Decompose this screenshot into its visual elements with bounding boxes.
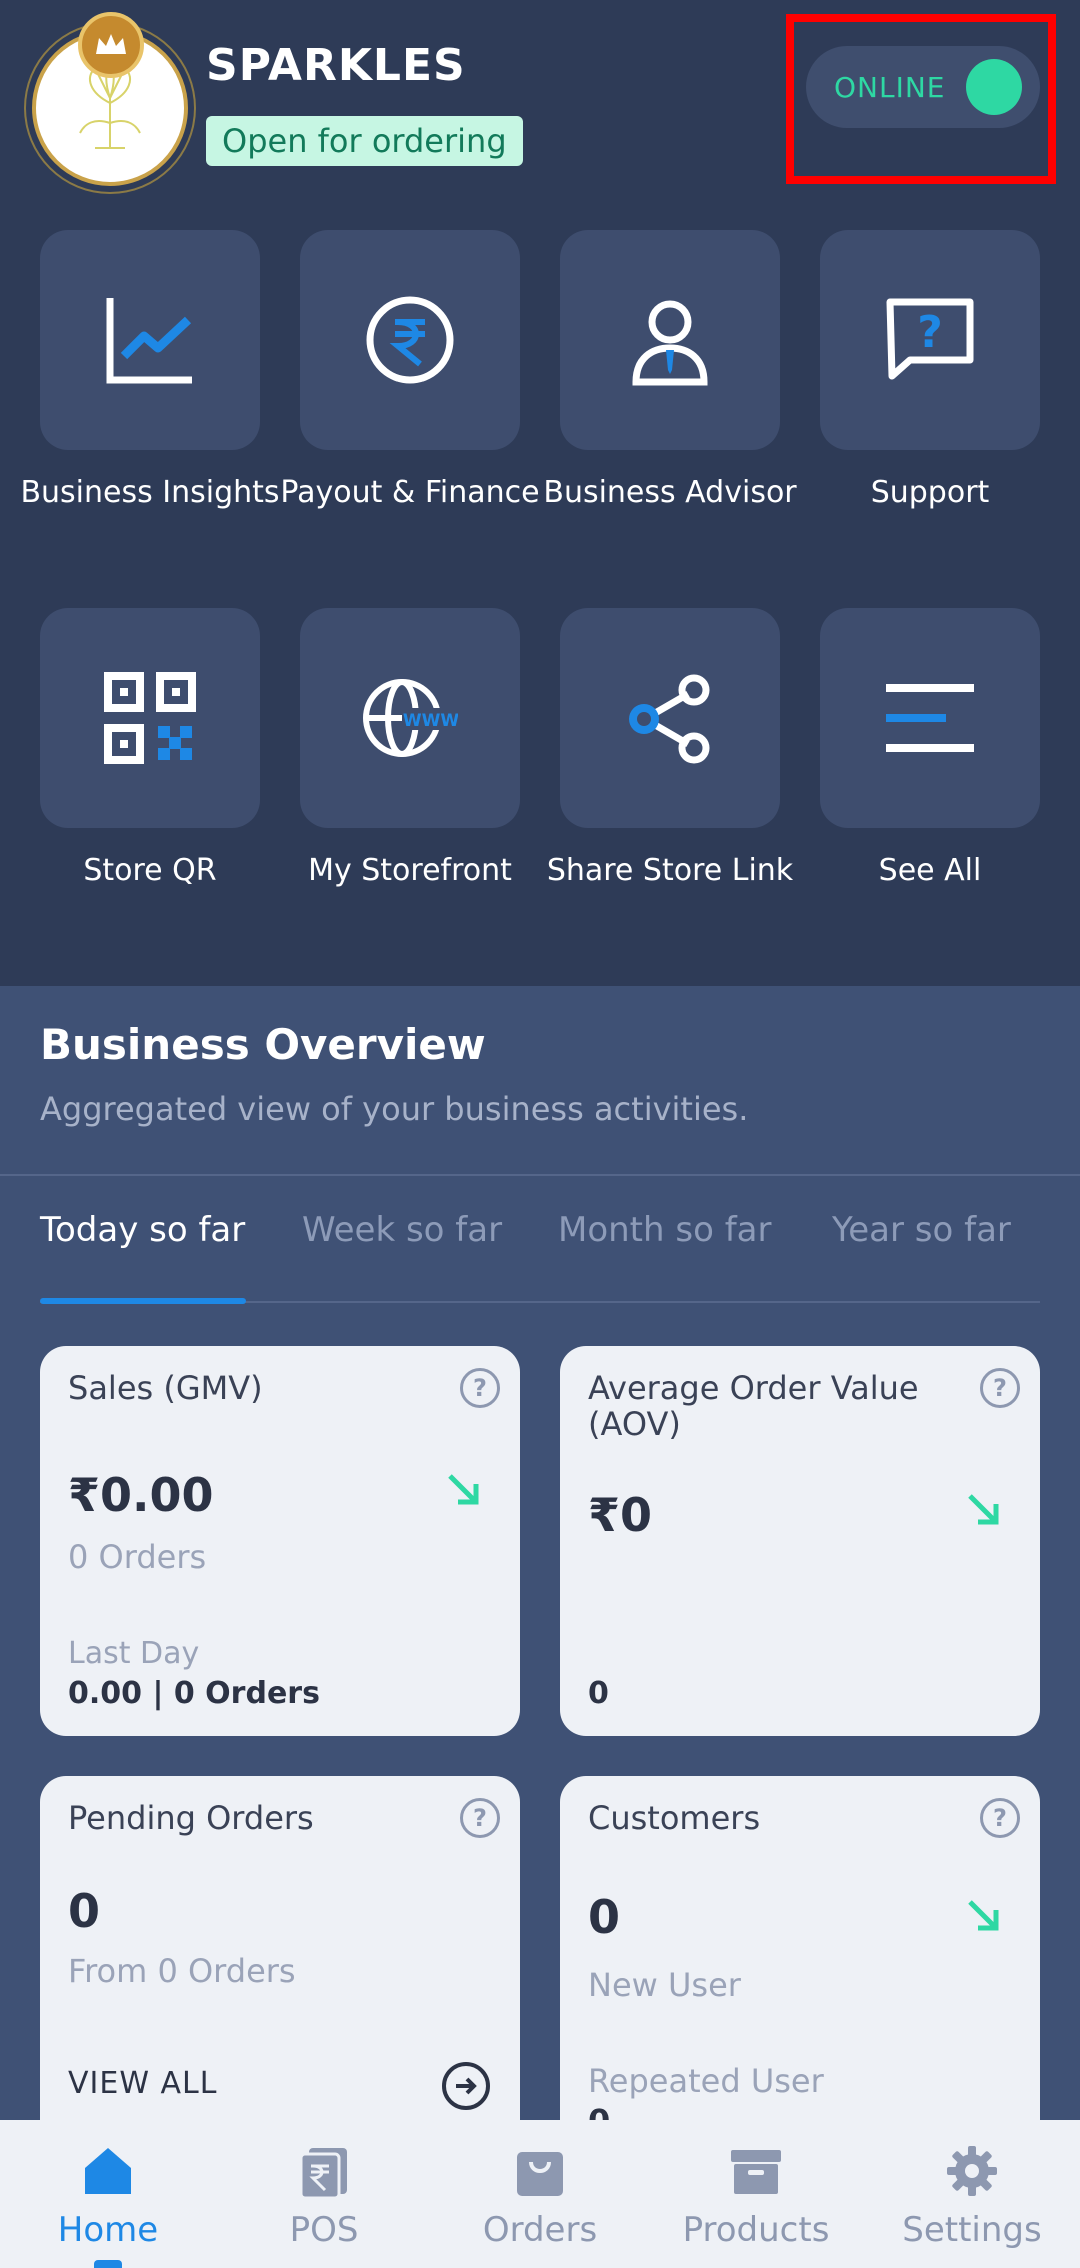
aov-value: ₹0 — [588, 1488, 653, 1542]
globe-www-icon: WWW — [363, 679, 458, 757]
tile-label: See All — [878, 853, 982, 888]
tile-label: Business Advisor — [543, 475, 797, 510]
last-day-label: Last Day — [68, 1636, 200, 1671]
tab-month[interactable]: Month so far — [558, 1210, 771, 1250]
tile-see-all-box[interactable] — [820, 608, 1040, 828]
bottom-navigation: Home POS Orders Products Settings — [0, 2120, 1080, 2268]
qr-code-icon — [104, 672, 196, 764]
tile-see-all[interactable]: See All — [820, 608, 1040, 890]
tile-store-qr[interactable]: Store QR — [40, 608, 260, 890]
active-tab-indicator — [40, 1298, 246, 1304]
trend-down-icon — [968, 1494, 999, 1525]
tile-share-store-link-box[interactable] — [560, 608, 780, 828]
nav-label: Orders — [482, 2210, 598, 2250]
tile-business-insights-box[interactable] — [40, 230, 260, 450]
period-tabs: Today so far Week so far Month so far Ye… — [40, 1210, 1040, 1290]
tile-payout-finance[interactable]: Payout & Finance — [280, 230, 540, 512]
tile-label: Share Store Link — [546, 853, 794, 888]
card-title: Customers — [588, 1799, 761, 1837]
tile-label: Support — [870, 475, 990, 510]
last-day-value: 0.00 | 0 Orders — [68, 1676, 320, 1711]
repeated-user-label: Repeated User — [588, 2062, 824, 2100]
pos-receipt-icon — [299, 2148, 347, 2198]
nav-label: Products — [682, 2210, 830, 2250]
tile-my-storefront-box[interactable]: WWW — [300, 608, 520, 828]
store-name: SPARKLES — [206, 40, 466, 91]
archive-box-icon — [731, 2150, 781, 2194]
tile-store-qr-box[interactable] — [40, 608, 260, 828]
nav-home[interactable]: Home — [0, 2120, 216, 2268]
shopping-bag-icon — [517, 2152, 563, 2196]
trend-down-icon — [968, 1900, 999, 1931]
svg-text:WWW: WWW — [403, 711, 458, 731]
nav-settings[interactable]: Settings — [864, 2120, 1080, 2268]
card-title: Sales (GMV) — [68, 1369, 263, 1407]
tile-payout-finance-box[interactable] — [300, 230, 520, 450]
store-header: SPARKLES Open for ordering ONLINE Busine… — [0, 0, 1080, 986]
trend-down-icon — [448, 1474, 479, 1505]
nav-products[interactable]: Products — [648, 2120, 864, 2268]
card-title: Average Order Value (AOV) — [588, 1369, 919, 1443]
divider — [0, 1174, 1080, 1176]
store-status-badge: Open for ordering — [206, 116, 523, 166]
tile-business-advisor-box[interactable] — [560, 230, 780, 450]
tab-week[interactable]: Week so far — [302, 1210, 502, 1250]
quick-actions-row-2: Store QR WWW My Storefront Share Store L… — [40, 608, 1040, 890]
overview-title: Business Overview — [40, 1020, 486, 1069]
help-icon[interactable]: ? — [980, 1368, 1020, 1408]
rupee-icon — [366, 296, 454, 384]
tile-label: Store QR — [83, 853, 217, 888]
card-title: Pending Orders — [68, 1799, 314, 1837]
svg-text:?: ? — [917, 307, 943, 358]
quick-actions-row-1: Business Insights Payout & Finance Busin… — [20, 230, 1040, 512]
customers-value: 0 — [588, 1890, 621, 1944]
pending-from: From 0 Orders — [68, 1952, 296, 1990]
help-icon[interactable]: ? — [460, 1798, 500, 1838]
aov-footer-value: 0 — [588, 1676, 609, 1711]
menu-icon — [886, 684, 974, 752]
nav-orders[interactable]: Orders — [432, 2120, 648, 2268]
tile-label: Payout & Finance — [280, 475, 540, 510]
nav-label: Home — [57, 2210, 159, 2250]
tile-share-store-link[interactable]: Share Store Link — [547, 608, 793, 890]
sales-value: ₹0.00 — [68, 1468, 214, 1522]
tile-label: Business Insights — [20, 475, 280, 510]
tab-year[interactable]: Year so far — [832, 1210, 1011, 1250]
tile-support-box[interactable]: ? — [820, 230, 1040, 450]
view-all-link[interactable]: VIEW ALL — [68, 2066, 217, 2101]
tile-support[interactable]: ? Support — [820, 230, 1040, 512]
tile-label: My Storefront — [308, 853, 512, 888]
advisor-icon — [632, 300, 708, 386]
active-nav-indicator — [94, 2260, 122, 2268]
nav-label: POS — [289, 2210, 359, 2250]
overview-subtitle: Aggregated view of your business activit… — [40, 1090, 749, 1128]
new-user-label: New User — [588, 1966, 741, 2004]
pending-value: 0 — [68, 1884, 101, 1938]
nav-pos[interactable]: POS — [216, 2120, 432, 2268]
gear-icon — [947, 2146, 997, 2196]
sales-card[interactable]: Sales (GMV) ? ₹0.00 0 Orders Last Day 0.… — [40, 1346, 520, 1736]
tile-business-insights[interactable]: Business Insights — [20, 230, 280, 512]
sales-orders: 0 Orders — [68, 1538, 207, 1576]
share-icon — [629, 674, 710, 764]
tab-today[interactable]: Today so far — [40, 1210, 245, 1250]
nav-label: Settings — [902, 2210, 1042, 2250]
chart-line-icon — [106, 298, 192, 384]
help-icon[interactable]: ? — [980, 1798, 1020, 1838]
help-icon[interactable]: ? — [460, 1368, 500, 1408]
store-avatar[interactable] — [32, 12, 188, 186]
pending-orders-card[interactable]: Pending Orders ? 0 From 0 Orders VIEW AL… — [40, 1776, 520, 2176]
support-chat-icon: ? — [886, 298, 974, 380]
business-overview-section: Business Overview Aggregated view of you… — [0, 986, 1080, 2176]
aov-card[interactable]: Average Order Value (AOV) ? ₹0 0 — [560, 1346, 1040, 1736]
tile-business-advisor[interactable]: Business Advisor — [543, 230, 797, 512]
arrow-right-icon[interactable] — [442, 2062, 490, 2110]
crown-icon — [78, 12, 144, 78]
home-icon — [85, 2148, 131, 2194]
customers-card[interactable]: Customers ? 0 New User Repeated User 0 — [560, 1776, 1040, 2176]
highlight-annotation-box — [786, 14, 1056, 184]
tile-my-storefront[interactable]: WWW My Storefront — [300, 608, 520, 890]
